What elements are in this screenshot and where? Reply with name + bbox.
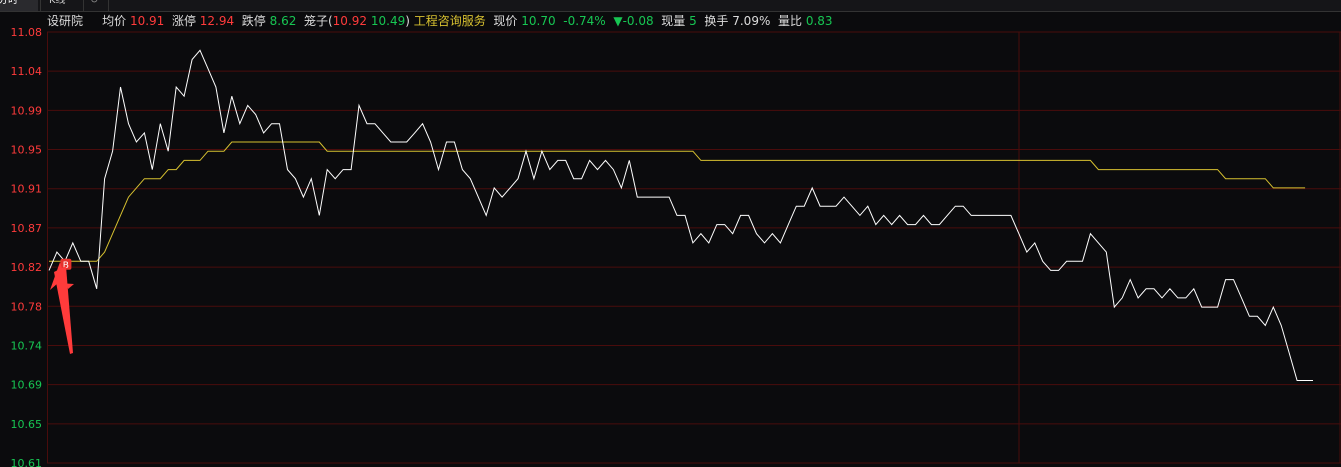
cage-label: 笼子( [303,14,333,28]
limit-down-label: 跌停 [241,14,266,28]
y-tick-label: 10.99 [11,104,43,117]
avg-price-label: 均价 [102,14,127,28]
y-tick-label: 11.04 [11,65,43,78]
avg-price-value: 10.91 [129,14,165,28]
y-tick-label: 11.08 [11,26,43,39]
limit-up-label: 涨停 [171,14,196,28]
limit-down-value: 8.62 [269,14,297,28]
tab-kline[interactable]: K线 [40,0,84,11]
price-line [48,49,1313,381]
volume-ratio-label: 量比 [778,14,803,28]
current-price-label: 现价 [493,14,518,28]
y-axis-labels: 11.08 11.04 10.99 10.95 10.91 10.87 10.82 10.78… [11,26,43,467]
change-value: -0.08 [622,14,654,28]
cage-low: 10.49 [370,14,406,28]
intraday-chart: 11.08 11.04 10.99 10.95 10.91 10.87 10.82 10.78… [11,26,1341,467]
y-tick-label: 10.82 [11,261,43,274]
current-price-value: 10.70 [521,14,556,28]
y-tick-label: 10.61 [11,457,43,467]
sector-link[interactable]: 工程咨询服务 [414,14,486,28]
average-price-line [49,141,1306,262]
tab-intraday[interactable]: 分时 [0,0,38,11]
y-tick-label: 10.95 [11,144,43,157]
limit-up-value: 12.94 [199,14,235,28]
down-arrow-icon: ▼ [613,14,623,28]
cage-high: 10.92 [332,14,368,28]
refresh-icon[interactable]: ↻ [84,0,109,11]
stock-name: 设研院 [47,14,84,28]
chart-grid [47,31,1341,464]
y-tick-label: 10.91 [11,183,43,196]
y-tick-label: 10.87 [11,222,43,235]
tab-bar: 分时 K线 ↻ [0,0,1341,12]
volume-label: 现量 [661,14,686,28]
y-tick-label: 10.74 [11,339,43,352]
volume-value: 5 [689,14,697,28]
cage-close: ) [405,14,410,28]
volume-ratio-value: 0.83 [805,14,833,28]
quote-info-bar: 设研院 均价 10.91 涨停 12.94 跌停 8.62 笼子(10.92 1… [47,13,833,29]
annotation-arrow [50,262,74,354]
y-tick-label: 10.69 [11,379,43,392]
y-tick-label: 10.78 [11,300,43,313]
turnover-label: 换手 [704,14,729,28]
change-percent: -0.74% [563,14,606,28]
y-tick-label: 10.65 [11,418,43,431]
turnover-value: 7.09% [732,14,771,28]
